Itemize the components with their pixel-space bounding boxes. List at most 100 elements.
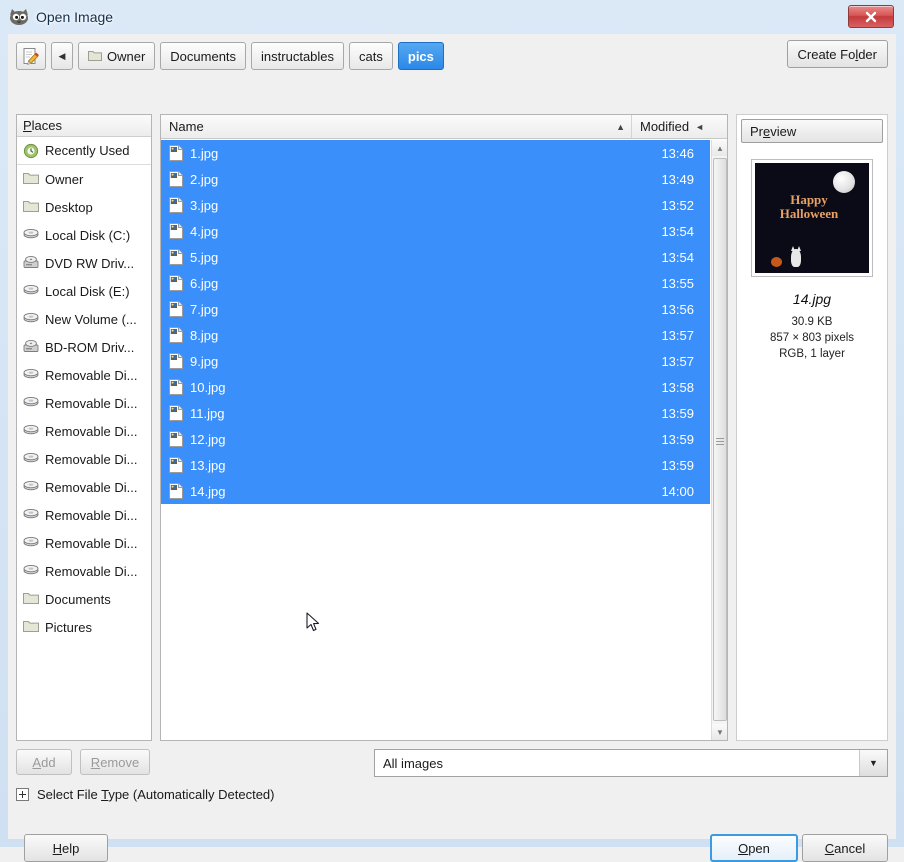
file-modified-cell: 13:58	[661, 379, 694, 395]
places-item-removable-di[interactable]: Removable Di...	[17, 473, 151, 501]
folder-icon	[23, 199, 39, 215]
harddisk-icon	[23, 423, 39, 439]
scroll-down-icon[interactable]: ▼	[712, 724, 727, 740]
path-back-button[interactable]: ◀	[51, 42, 73, 70]
column-header-name[interactable]: Name ▲	[161, 119, 631, 134]
places-item-removable-di[interactable]: Removable Di...	[17, 557, 151, 585]
file-name-label: 4.jpg	[190, 223, 219, 239]
breadcrumb-pics[interactable]: pics	[397, 42, 444, 70]
file-modified-cell: 13:46	[661, 145, 694, 161]
places-item-removable-di[interactable]: Removable Di...	[17, 501, 151, 529]
create-folder-button[interactable]: Create Folder	[786, 40, 888, 68]
file-modified-cell: 13:57	[661, 353, 694, 369]
file-name-cell: 12.jpg	[161, 431, 598, 447]
places-item-label: Desktop	[45, 199, 93, 215]
file-row[interactable]: 5.jpg 13:54	[161, 244, 710, 270]
close-button[interactable]	[848, 5, 894, 28]
optical-drive-icon	[23, 255, 39, 271]
places-item-label: Owner	[45, 171, 84, 187]
add-button[interactable]: Add	[16, 749, 72, 775]
file-name-cell: 8.jpg	[161, 327, 598, 343]
file-name-label: 2.jpg	[190, 171, 219, 187]
breadcrumb-label: Documents	[170, 48, 237, 64]
places-item-removable-di[interactable]: Removable Di...	[17, 417, 151, 445]
breadcrumb-owner[interactable]: Owner	[78, 42, 156, 70]
scroll-up-icon[interactable]: ▲	[712, 140, 727, 156]
places-item-owner[interactable]: Owner	[17, 165, 151, 193]
places-item-local-disk-c[interactable]: Local Disk (C:)	[17, 221, 151, 249]
file-name-cell: 2.jpg	[161, 171, 598, 187]
file-modified-cell: 13:59	[661, 431, 694, 447]
chevron-down-icon[interactable]: ▼	[859, 750, 887, 776]
places-item-recently-used[interactable]: Recently Used	[17, 137, 151, 165]
file-name-cell: 1.jpg	[161, 145, 598, 161]
grip-icon	[716, 436, 724, 445]
harddisk-icon	[23, 283, 39, 299]
file-row[interactable]: 13.jpg 13:59	[161, 452, 710, 478]
file-row[interactable]: 7.jpg 13:56	[161, 296, 710, 322]
places-header: Places	[17, 115, 151, 137]
open-button[interactable]: Open	[710, 834, 798, 862]
file-modified-cell: 13:52	[661, 197, 694, 213]
breadcrumb-label: instructables	[261, 48, 335, 64]
breadcrumb-instructables[interactable]: instructables	[251, 42, 345, 70]
file-modified-cell: 13:59	[661, 457, 694, 473]
places-item-label: New Volume (...	[45, 311, 137, 327]
places-item-label: Removable Di...	[45, 535, 138, 551]
image-file-icon	[169, 301, 183, 317]
places-header-label: Places	[23, 118, 63, 133]
harddisk-icon	[23, 451, 39, 467]
places-item-removable-di[interactable]: Removable Di...	[17, 361, 151, 389]
plus-expander-icon[interactable]	[16, 788, 29, 801]
places-item-removable-di[interactable]: Removable Di...	[17, 529, 151, 557]
file-name-cell: 14.jpg	[161, 483, 598, 499]
file-row[interactable]: 6.jpg 13:55	[161, 270, 710, 296]
file-row[interactable]: 3.jpg 13:52	[161, 192, 710, 218]
optical-drive-icon	[23, 339, 39, 355]
file-row[interactable]: 9.jpg 13:57	[161, 348, 710, 374]
places-item-removable-di[interactable]: Removable Di...	[17, 445, 151, 473]
preview-header-label: Preview	[750, 123, 797, 139]
file-name-label: 5.jpg	[190, 249, 219, 265]
places-item-removable-di[interactable]: Removable Di...	[17, 389, 151, 417]
places-item-label: Local Disk (C:)	[45, 227, 131, 243]
cancel-button[interactable]: Cancel	[802, 834, 888, 862]
places-item-desktop[interactable]: Desktop	[17, 193, 151, 221]
places-item-documents[interactable]: Documents	[17, 585, 151, 613]
places-item-label: Local Disk (E:)	[45, 283, 130, 299]
file-row[interactable]: 11.jpg 13:59	[161, 400, 710, 426]
preview-image: Happy Halloween	[755, 163, 869, 273]
file-list-scrollbar[interactable]: ▲ ▼	[711, 140, 727, 740]
file-list-header: Name ▲ Modified ◄	[161, 115, 727, 139]
file-row[interactable]: 8.jpg 13:57	[161, 322, 710, 348]
help-button[interactable]: Help	[24, 834, 108, 862]
places-item-pictures[interactable]: Pictures	[17, 613, 151, 641]
file-name-cell: 9.jpg	[161, 353, 598, 369]
file-row[interactable]: 4.jpg 13:54	[161, 218, 710, 244]
file-row[interactable]: 2.jpg 13:49	[161, 166, 710, 192]
file-row[interactable]: 10.jpg 13:58	[161, 374, 710, 400]
remove-button[interactable]: Remove	[80, 749, 150, 775]
pumpkin-icon	[771, 257, 782, 267]
places-item-bd-rom-driv[interactable]: BD-ROM Driv...	[17, 333, 151, 361]
places-list: Recently Used Owner Desktop Local Disk (C:)…	[17, 137, 151, 641]
file-modified-cell: 13:56	[661, 301, 694, 317]
places-item-new-volume[interactable]: New Volume (...	[17, 305, 151, 333]
preview-image-text: Happy Halloween	[763, 193, 855, 221]
scrollbar-thumb[interactable]	[713, 158, 727, 721]
places-item-dvd-rw-driv[interactable]: DVD RW Driv...	[17, 249, 151, 277]
file-filter-combobox[interactable]: All images ▼	[374, 749, 888, 777]
breadcrumb-documents[interactable]: Documents	[160, 42, 247, 70]
breadcrumb-cats[interactable]: cats	[349, 42, 393, 70]
column-header-modified[interactable]: Modified ◄	[631, 115, 727, 138]
preview-header[interactable]: Preview	[741, 119, 883, 143]
folder-icon	[23, 591, 39, 607]
file-name-cell: 6.jpg	[161, 275, 598, 291]
file-list-panel: Name ▲ Modified ◄ 1.jpg 13:46 2.jpg 13:49 3.…	[160, 114, 728, 741]
file-row[interactable]: 12.jpg 13:59	[161, 426, 710, 452]
places-item-local-disk-e[interactable]: Local Disk (E:)	[17, 277, 151, 305]
file-row[interactable]: 14.jpg 14:00	[161, 478, 710, 504]
select-file-type-expander[interactable]: Select File Type (Automatically Detected…	[16, 787, 275, 802]
type-filename-pencil-icon[interactable]	[16, 42, 46, 70]
file-row[interactable]: 1.jpg 13:46	[161, 140, 710, 166]
